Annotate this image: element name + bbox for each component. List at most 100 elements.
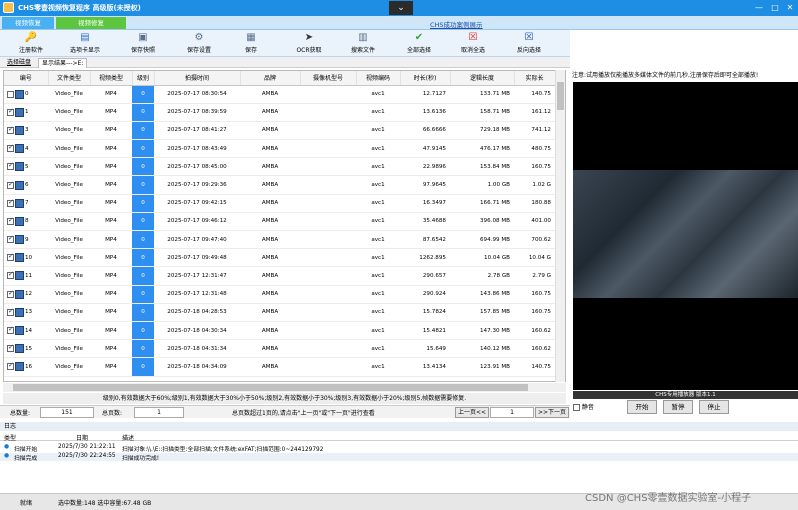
column-header[interactable]: 级别 <box>132 71 155 86</box>
table-row[interactable]: 15 Video_FileMP402025-07-18 04:31:34AMBA a… <box>4 339 555 359</box>
column-header[interactable]: 视频类型 <box>90 71 133 86</box>
column-header[interactable]: 编号 <box>4 71 49 86</box>
column-header[interactable]: 逻辑长度 <box>450 71 515 86</box>
row-id-cell[interactable]: 1 <box>4 103 48 122</box>
table-row[interactable]: 14 Video_FileMP402025-07-18 04:30:34AMBA a… <box>4 321 555 341</box>
table-row[interactable]: 5 Video_FileMP402025-07-17 08:45:00AMBA av… <box>4 157 555 177</box>
row-checkbox[interactable] <box>7 234 14 244</box>
table-row[interactable]: 12 Video_FileMP402025-07-17 12:31:48AMBA a… <box>4 285 555 304</box>
row-checkbox[interactable] <box>7 361 14 371</box>
row-id-cell[interactable]: 4 <box>4 139 48 159</box>
total-count-label: 总数量: <box>10 410 31 417</box>
row-id-cell[interactable]: 10 <box>4 248 48 268</box>
log-row[interactable]: ● 扫描完成 2025/7/30 22:24:55 扫描成功完成! <box>0 453 798 462</box>
column-header[interactable]: 品牌 <box>240 71 301 86</box>
mute-checkbox-box[interactable] <box>573 404 580 411</box>
row-checkbox[interactable] <box>7 161 14 171</box>
play-start-button[interactable]: 开始 <box>627 400 657 414</box>
row-id: 13 <box>25 309 33 316</box>
table-row[interactable]: 10 Video_FileMP402025-07-17 09:49:48AMBA a… <box>4 248 555 268</box>
row-checkbox[interactable] <box>7 198 14 207</box>
close-icon[interactable]: ✕ <box>783 2 797 14</box>
prev-page-button[interactable]: 上一页<< <box>455 407 489 418</box>
cell-brand: AMBA <box>240 303 300 322</box>
play-pause-button[interactable]: 暂停 <box>663 400 693 414</box>
row-checkbox[interactable] <box>7 270 14 280</box>
row-id-cell[interactable]: 12 <box>4 285 48 304</box>
row-id-cell[interactable]: 6 <box>4 175 48 195</box>
row-checkbox[interactable] <box>7 216 14 225</box>
cell-time: 2025-07-17 09:47:40 <box>154 230 240 250</box>
row-id-cell[interactable]: 14 <box>4 321 48 341</box>
table-row[interactable]: 3 Video_FileMP402025-07-17 08:41:27AMBA av… <box>4 121 555 141</box>
column-header[interactable]: 实际长 <box>514 71 556 86</box>
row-checkbox[interactable] <box>7 289 14 298</box>
table-row[interactable]: 0 Video_File MP4 0 2025-07-17 08:30:54 AMBA av… <box>4 85 555 104</box>
ocr-button[interactable]: ➤ OCR获取 <box>282 31 336 56</box>
row-checkbox[interactable] <box>7 143 14 153</box>
success-cases-link[interactable]: CHS成功案例展示 <box>430 19 483 29</box>
play-stop-button[interactable]: 停止 <box>699 400 729 414</box>
column-header[interactable]: 时长(秒) <box>400 71 451 86</box>
row-id-cell[interactable]: 7 <box>4 194 48 213</box>
row-id-cell[interactable]: 3 <box>4 121 48 141</box>
table-row[interactable]: 16 Video_FileMP402025-07-18 04:34:09AMBA a… <box>4 357 555 377</box>
column-header[interactable]: 文件类型 <box>48 71 91 86</box>
table-vertical-scrollbar[interactable] <box>555 70 565 382</box>
row-id-cell[interactable]: 16 <box>4 357 48 377</box>
row-id-cell[interactable]: 11 <box>4 266 48 286</box>
deselect-all-button[interactable]: ☒ 取消全选 <box>446 31 500 56</box>
table-row[interactable]: 13 Video_FileMP402025-07-18 04:28:53AMBA a… <box>4 303 555 322</box>
tab-select-disk[interactable]: 选择磁盘 <box>4 58 34 68</box>
table-row[interactable]: 7 Video_FileMP402025-07-17 09:42:15AMBA av… <box>4 194 555 213</box>
table-row[interactable]: 4 Video_FileMP402025-07-17 08:43:49AMBA av… <box>4 139 555 159</box>
log-row[interactable]: ● 扫描开始 2025/7/30 21:22:11 扫描对象:\\.\E::扫描… <box>0 444 798 453</box>
maximize-icon[interactable]: □ <box>768 2 782 14</box>
table-row[interactable]: 9 Video_FileMP402025-07-17 09:47:40AMBA av… <box>4 230 555 250</box>
cell-vtype: MP4 <box>90 194 132 213</box>
next-page-button[interactable]: >>下一页 <box>535 407 569 418</box>
cell-time: 2025-07-17 08:30:54 <box>154 85 240 104</box>
table-horizontal-scrollbar[interactable] <box>3 383 566 392</box>
save-button[interactable]: ▦ 保存 <box>224 31 278 56</box>
cell-model <box>300 139 356 159</box>
row-id-cell[interactable]: 5 <box>4 157 48 177</box>
page-number-input[interactable]: 1 <box>490 407 534 418</box>
register-button[interactable]: 🔑 注册软件 <box>4 31 58 56</box>
row-checkbox[interactable] <box>7 307 14 316</box>
row-checkbox[interactable] <box>7 252 14 262</box>
column-header[interactable]: 视频编码 <box>356 71 401 86</box>
search-files-button[interactable]: ▥ 搜索文件 <box>336 31 390 56</box>
row-id-cell[interactable]: 8 <box>4 212 48 232</box>
mute-checkbox[interactable]: 静音 <box>573 402 594 411</box>
minimize-icon[interactable]: — <box>752 2 766 14</box>
column-header[interactable]: 拍摄时间 <box>154 71 241 86</box>
log-row-desc: 扫描对象:\\.\E::扫描类型:全部扫描;文件系统:exFAT;扫描范围:0~… <box>122 447 324 453</box>
row-checkbox[interactable] <box>7 107 14 116</box>
row-checkbox[interactable] <box>7 325 14 335</box>
invert-selection-button[interactable]: ☒ 反向选择 <box>502 31 556 56</box>
tab-video-repair[interactable]: 视频修复 <box>56 17 126 29</box>
tab-display-button[interactable]: ▤ 选项卡显示 <box>58 31 112 56</box>
row-id-cell[interactable]: 9 <box>4 230 48 250</box>
table-row[interactable]: 1 Video_FileMP402025-07-17 08:39:59AMBA av… <box>4 103 555 122</box>
table-row[interactable]: 6 Video_FileMP402025-07-17 09:29:36AMBA av… <box>4 175 555 195</box>
row-id-cell[interactable]: 15 <box>4 339 48 359</box>
row-checkbox[interactable] <box>7 90 14 98</box>
table-row[interactable]: 11 Video_FileMP402025-07-17 12:31:47AMBA a… <box>4 266 555 286</box>
collapse-chevron-icon[interactable]: ⌄ <box>389 1 413 15</box>
scrollbar-thumb[interactable] <box>13 384 528 391</box>
row-id-cell[interactable]: 13 <box>4 303 48 322</box>
save-settings-button[interactable]: ⚙ 保存设置 <box>172 31 226 56</box>
select-all-button[interactable]: ✔ 全部选择 <box>392 31 446 56</box>
scrollbar-thumb[interactable] <box>557 82 564 110</box>
row-checkbox[interactable] <box>7 125 14 134</box>
row-checkbox[interactable] <box>7 343 14 353</box>
table-row[interactable]: 8 Video_FileMP402025-07-17 09:46:12AMBA av… <box>4 212 555 232</box>
tab-video-recovery[interactable]: 视频恢复 <box>2 17 54 29</box>
tab-show-results[interactable]: 显示结果--->E: <box>38 58 88 68</box>
column-header[interactable]: 摄像机型号 <box>300 71 357 86</box>
row-id-cell[interactable]: 0 <box>4 85 48 104</box>
row-checkbox[interactable] <box>7 180 14 189</box>
save-snapshot-button[interactable]: ▣ 保存快照 <box>116 31 170 56</box>
